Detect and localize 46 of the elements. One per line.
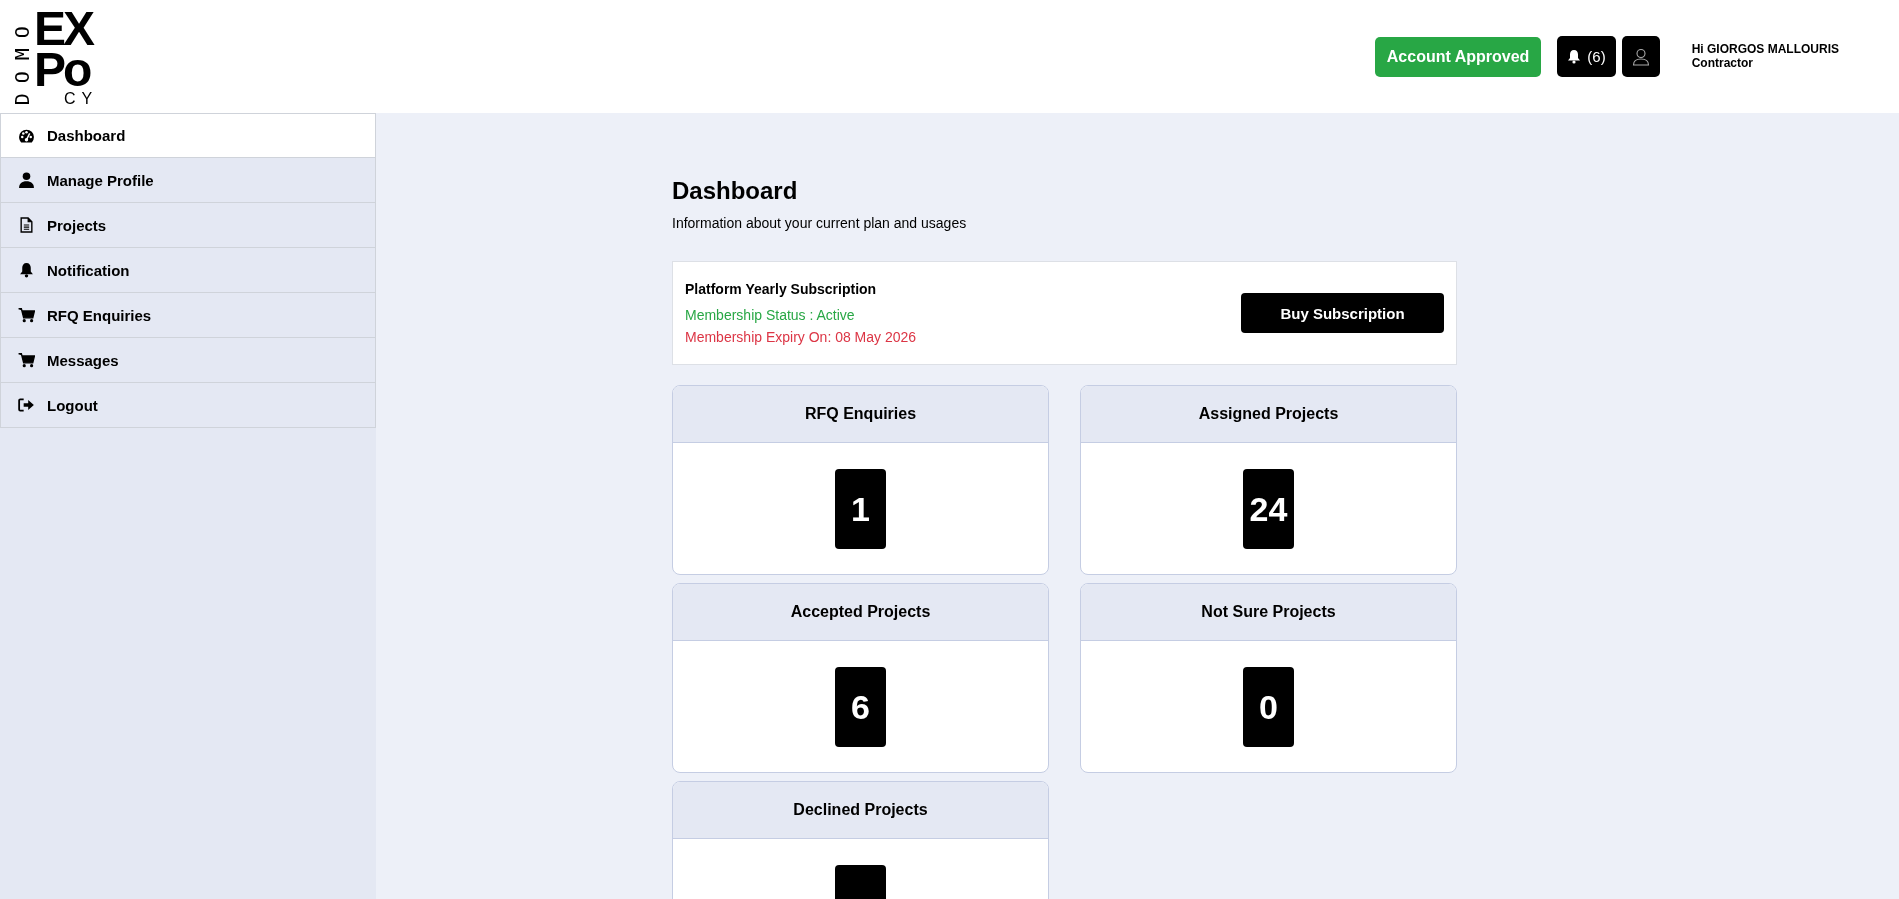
- membership-expiry: Membership Expiry On: 08 May 2026: [685, 329, 917, 345]
- stat-card-title: Assigned Projects: [1081, 386, 1456, 443]
- logo-text: Po: [34, 49, 90, 91]
- sign-out-icon: [18, 397, 35, 413]
- count-badge: 0: [1243, 667, 1294, 747]
- sidebar-item-label: Notification: [47, 261, 130, 279]
- stat-card-title: RFQ Enquiries: [673, 386, 1048, 443]
- stat-card-title: Declined Projects: [673, 782, 1048, 839]
- logo-vertical-text: DOMO: [12, 25, 32, 107]
- count-badge: 1: [835, 469, 886, 549]
- bell-icon: [18, 262, 35, 278]
- sidebar-item[interactable]: RFQ Enquiries: [0, 293, 376, 338]
- logo-text: CY: [63, 90, 99, 107]
- user-role: Contractor: [1691, 56, 1754, 71]
- greeting-text: Hi GIORGOS MALLOURIS: [1691, 42, 1839, 57]
- sidebar-item[interactable]: Logout: [0, 383, 376, 428]
- count-badge: 24: [1243, 469, 1294, 549]
- count-badge: 6: [835, 667, 886, 747]
- cart-icon: [18, 307, 35, 323]
- sidebar-item[interactable]: Notification: [0, 248, 376, 293]
- document-icon: [18, 217, 35, 233]
- sidebar-item-label: Projects: [47, 216, 107, 234]
- stat-card-title: Not Sure Projects: [1081, 584, 1456, 641]
- buy-subscription-button[interactable]: Buy Subscription: [1241, 293, 1444, 333]
- cart-icon: [18, 352, 35, 368]
- bell-icon: [1567, 49, 1582, 64]
- notifications-button[interactable]: (6): [1557, 36, 1616, 77]
- sidebar-item[interactable]: Messages: [0, 338, 376, 383]
- sidebar-item[interactable]: Dashboard: [0, 113, 376, 158]
- sidebar-item[interactable]: Manage Profile: [0, 158, 376, 203]
- user-icon: [18, 172, 35, 188]
- sidebar-item-label: RFQ Enquiries: [47, 306, 152, 324]
- plan-name: Platform Yearly Subscription: [685, 281, 878, 297]
- stat-card-title: Accepted Projects: [673, 584, 1048, 641]
- gauge-icon: [18, 127, 35, 144]
- sidebar-item-label: Logout: [47, 396, 98, 414]
- user-icon: [1631, 47, 1650, 66]
- page-subtitle: Information about your current plan and usages: [672, 215, 968, 231]
- membership-status: Membership Status : Active: [685, 307, 856, 323]
- sidebar-item[interactable]: Projects: [0, 203, 376, 248]
- page-title: Dashboard: [672, 177, 799, 205]
- user-menu-button[interactable]: [1621, 36, 1660, 77]
- logo-text: EX: [34, 8, 94, 50]
- sidebar-item-label: Manage Profile: [47, 171, 154, 189]
- sidebar-item-label: Dashboard: [47, 127, 126, 144]
- sidebar-item-label: Messages: [47, 351, 119, 369]
